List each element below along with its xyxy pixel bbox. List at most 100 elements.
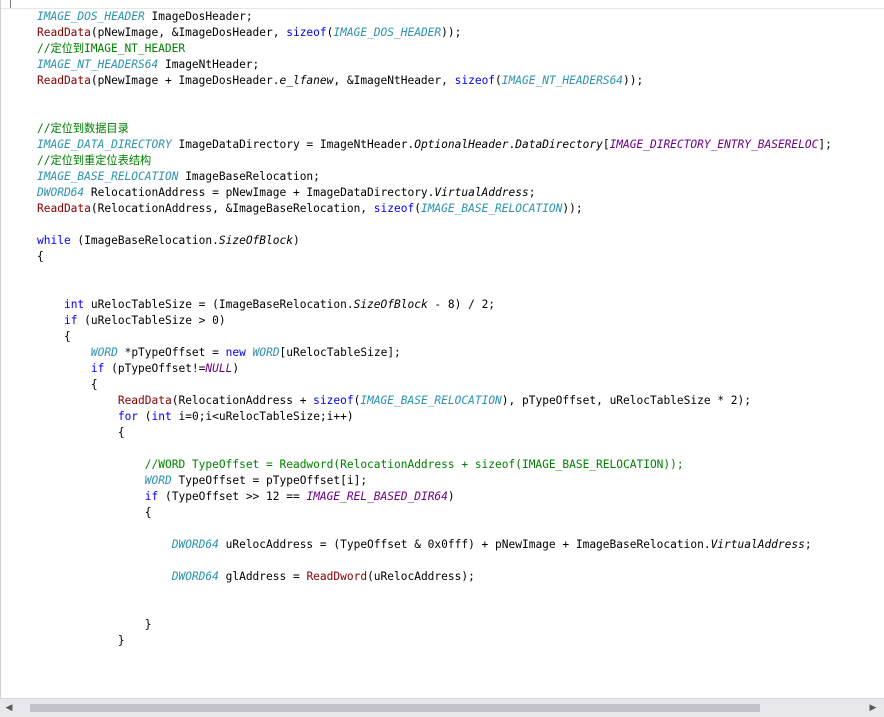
code-token: *pTypeOffset =	[117, 346, 226, 359]
code-token: )	[292, 234, 300, 247]
code-editor[interactable]: IMAGE_DOS_HEADER ImageDosHeader; ReadData…	[0, 0, 884, 698]
code-token: uRelocAddress = (TypeOffset & 0x0fff) + …	[218, 538, 711, 551]
code-line[interactable]: {	[37, 329, 71, 345]
code-line[interactable]: IMAGE_NT_HEADERS64 ImageNtHeader;	[37, 57, 259, 73]
code-token: //WORD TypeOffset = Readword(RelocationA…	[144, 458, 684, 471]
code-token: VirtualAddress	[434, 186, 529, 199]
code-line[interactable]: DWORD64 glAddress = ReadDword(uRelocAddr…	[37, 569, 475, 585]
horizontal-scrollbar[interactable]: ◀ ▶	[0, 698, 884, 717]
code-token: {	[37, 506, 152, 519]
code-token: - 8) / 2;	[427, 298, 496, 311]
code-token: //定位到IMAGE_NT_HEADER	[37, 42, 186, 55]
code-token: ImageNtHeader;	[158, 58, 260, 71]
code-line[interactable]: ReadData(RelocationAddress + sizeof(IMAG…	[37, 393, 751, 409]
code-token: OptionalHeader	[414, 138, 509, 151]
code-line[interactable]: while (ImageBaseRelocation.SizeOfBlock)	[37, 233, 300, 249]
code-token: ];	[818, 138, 832, 151]
code-token: (uRelocTableSize > 0)	[77, 314, 226, 327]
code-token: if	[90, 362, 105, 375]
code-token: IMAGE_BASE_RELOCATION	[37, 170, 179, 183]
code-token: , &ImageNtHeader,	[333, 74, 455, 87]
code-token: {	[37, 378, 98, 391]
code-line[interactable]: IMAGE_DATA_DIRECTORY ImageDataDirectory …	[37, 137, 832, 153]
code-line[interactable]: //定位到重定位表结构	[37, 153, 151, 169]
code-token: IMAGE_BASE_RELOCATION	[420, 202, 563, 215]
code-token: VirtualAddress	[710, 538, 805, 551]
code-token: ));	[562, 202, 583, 215]
code-line[interactable]: int uRelocTableSize = (ImageBaseRelocati…	[37, 297, 495, 313]
code-token: (TypeOffset >> 12 ==	[158, 490, 307, 503]
code-token: glAddress =	[218, 570, 307, 583]
code-line[interactable]: IMAGE_DOS_HEADER ImageDosHeader;	[37, 9, 253, 25]
code-token: i=0;i<uRelocTableSize;i++)	[171, 410, 354, 423]
code-token: (uRelocAddress);	[367, 570, 475, 583]
code-line[interactable]: //定位到IMAGE_NT_HEADER	[37, 41, 185, 57]
scroll-left-icon[interactable]: ◀	[2, 701, 16, 715]
code-line[interactable]: DWORD64 uRelocAddress = (TypeOffset & 0x…	[37, 537, 812, 553]
code-token: ReadData	[117, 394, 172, 407]
code-token: ), pTypeOffset, uRelocTableSize * 2);	[501, 394, 752, 407]
code-token: RelocationAddress = pNewImage + ImageDat…	[84, 186, 435, 199]
code-line[interactable]: if (uRelocTableSize > 0)	[37, 313, 226, 329]
code-line[interactable]: ReadData(RelocationAddress, &ImageBaseRe…	[37, 201, 583, 217]
code-line[interactable]: IMAGE_BASE_RELOCATION ImageBaseRelocatio…	[37, 169, 320, 185]
code-token: //定位到重定位表结构	[37, 154, 152, 167]
scroll-right-icon[interactable]: ▶	[866, 701, 880, 715]
code-token: WORD	[252, 346, 280, 359]
code-token: IMAGE_DATA_DIRECTORY	[37, 138, 172, 151]
code-line[interactable]: //WORD TypeOffset = Readword(RelocationA…	[37, 457, 684, 473]
code-token: uRelocTableSize = (ImageBaseRelocation.	[84, 298, 354, 311]
code-token: SizeOfBlock	[218, 234, 293, 247]
code-token: while	[37, 234, 71, 247]
code-token: (	[495, 74, 502, 87]
code-token: ReadData	[37, 202, 91, 215]
code-token: IMAGE_DIRECTORY_ENTRY_BASERELOC	[609, 138, 819, 151]
code-token: ImageBaseRelocation;	[178, 170, 320, 183]
code-token: DWORD64	[37, 186, 85, 199]
code-token: {	[37, 330, 71, 343]
code-line[interactable]: ReadData(pNewImage, &ImageDosHeader, siz…	[37, 25, 461, 41]
code-line[interactable]: ReadData(pNewImage + ImageDosHeader.e_lf…	[37, 73, 643, 89]
code-line[interactable]: }	[37, 617, 152, 633]
code-token: DWORD64	[171, 570, 219, 583]
code-line[interactable]: {	[37, 249, 44, 265]
code-token: sizeof	[286, 26, 327, 39]
code-line[interactable]: if (pTypeOffset!=NULL)	[37, 361, 239, 377]
scrollbar-thumb[interactable]	[30, 704, 760, 712]
code-token: {	[37, 250, 44, 263]
code-line[interactable]: {	[37, 425, 125, 441]
code-token: {	[37, 426, 125, 439]
code-token: ;	[528, 186, 536, 199]
code-token: (	[414, 202, 421, 215]
code-token: (pTypeOffset!=	[104, 362, 206, 375]
code-line[interactable]: {	[37, 377, 98, 393]
code-token: WORD	[144, 474, 172, 487]
code-token: new	[225, 346, 246, 359]
code-line[interactable]: if (TypeOffset >> 12 == IMAGE_REL_BASED_…	[37, 489, 455, 505]
code-token: int	[151, 410, 172, 423]
code-token: for	[117, 410, 139, 423]
code-line[interactable]: WORD *pTypeOffset = new WORD[uRelocTable…	[37, 345, 401, 361]
code-line[interactable]: WORD TypeOffset = pTypeOffset[i];	[37, 473, 367, 489]
code-token: (RelocationAddress +	[171, 394, 314, 407]
code-line[interactable]: {	[37, 505, 152, 521]
code-token: }	[37, 618, 152, 631]
code-line[interactable]: //定位到数据目录	[37, 121, 129, 137]
code-token: ));	[441, 26, 462, 39]
code-token: TypeOffset = pTypeOffset[i];	[171, 474, 368, 487]
code-token: ImageDosHeader;	[144, 10, 253, 23]
code-token: IMAGE_DOS_HEADER	[37, 10, 145, 23]
code-line[interactable]: }	[37, 633, 125, 649]
code-token: //定位到数据目录	[37, 122, 129, 135]
code-line[interactable]: for (int i=0;i<uRelocTableSize;i++)	[37, 409, 354, 425]
code-line[interactable]: DWORD64 RelocationAddress = pNewImage + …	[37, 185, 535, 201]
code-token: ReadDword	[306, 570, 368, 583]
